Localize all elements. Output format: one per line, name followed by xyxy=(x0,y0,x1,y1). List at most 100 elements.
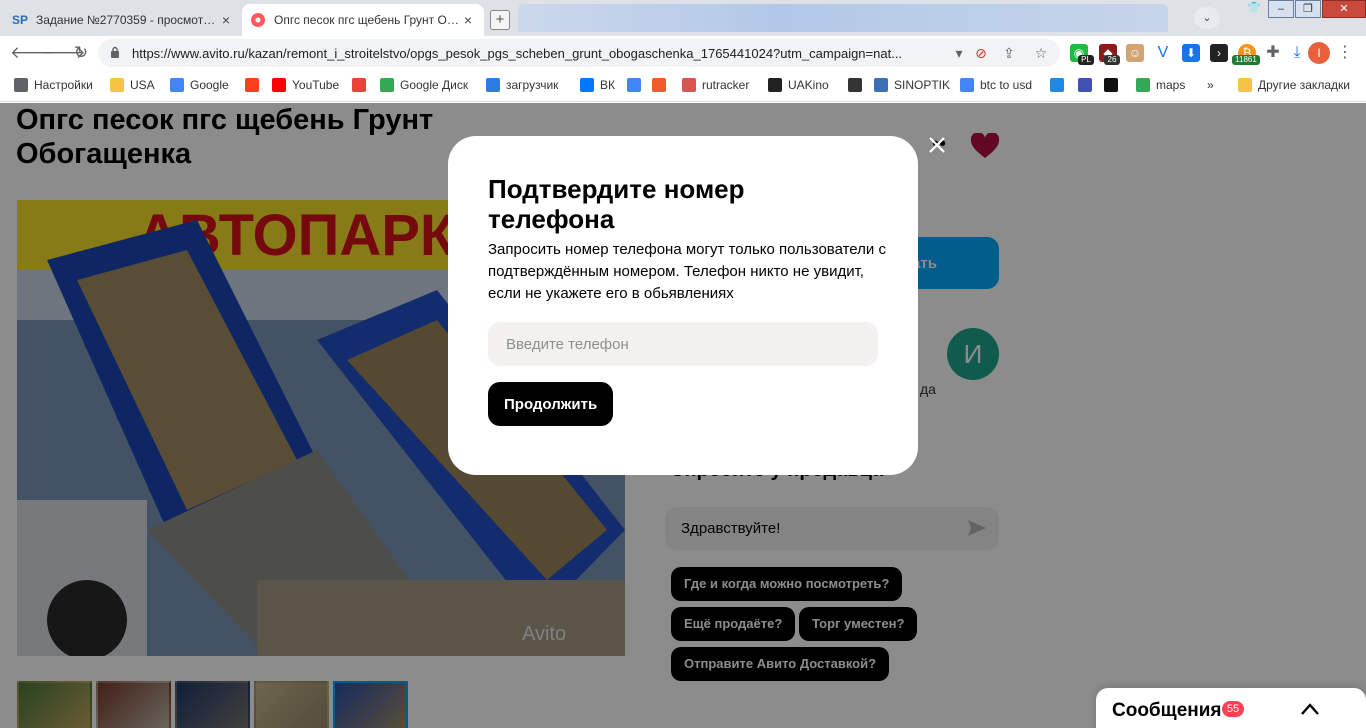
continue-button[interactable]: Продолжить xyxy=(488,382,614,426)
bookmark-item[interactable] xyxy=(627,78,647,92)
bookmark-item[interactable]: Google Диск xyxy=(380,78,468,92)
bookmark-item[interactable]: Google xyxy=(170,78,229,92)
bookmark-item[interactable]: rutracker xyxy=(682,78,749,92)
tab-strip: SP Задание №2770359 - просмотр за × Опгс… xyxy=(0,0,1366,36)
close-icon[interactable] xyxy=(926,134,948,156)
extension-v-icon[interactable]: V xyxy=(1154,44,1172,62)
tab-search-icon[interactable]: ⌄ xyxy=(1194,7,1220,29)
bookmark-label: SINOPTIK xyxy=(894,78,951,92)
gear-icon xyxy=(14,78,28,92)
tab-title: Опгс песок пгс щебень Грунт Обо xyxy=(274,13,460,27)
folder-icon xyxy=(110,78,124,92)
window-controls: 👕 – ❐ ✕ xyxy=(1240,0,1366,22)
tab-avito-listing[interactable]: Опгс песок пгс щебень Грунт Обо × xyxy=(242,4,484,36)
translate-icon xyxy=(627,78,641,92)
messages-widget[interactable]: Сообщения 55 xyxy=(1096,688,1366,728)
extension-download-box-icon[interactable]: ⬇ xyxy=(1182,44,1200,62)
lock-icon xyxy=(111,46,119,58)
bookmark-item[interactable] xyxy=(1078,78,1098,92)
avito-favicon-icon xyxy=(250,12,266,28)
dialog-description: Запросить номер телефона могут только по… xyxy=(488,241,886,302)
yandex-icon xyxy=(245,78,259,92)
bookmarks-bar: Настройки USA Google YouTube Google Диск загр… xyxy=(0,70,1366,102)
tab-task[interactable]: SP Задание №2770359 - просмотр за × xyxy=(4,4,242,36)
extension-face-icon[interactable]: ☺ xyxy=(1126,44,1144,62)
bookmark-item[interactable]: YouTube xyxy=(272,78,339,92)
bookmark-label: Google xyxy=(190,78,229,92)
bookmark-label: UAKino xyxy=(788,78,829,92)
bookmark-item[interactable] xyxy=(1104,78,1124,92)
bookmark-item[interactable]: USA xyxy=(110,78,155,92)
bookmark-item[interactable]: btc to usd xyxy=(960,78,1032,92)
extension-badge-26: 26 xyxy=(1104,55,1120,65)
dropdown-icon[interactable]: ▾ xyxy=(950,44,968,62)
url-text[interactable]: https://www.avito.ru/kazan/remont_i_stro… xyxy=(132,46,952,61)
bookmark-label: Настройки xyxy=(34,78,93,92)
avito-listing-page: Опгс песок пгс щебень Грунт Обогащенка А… xyxy=(0,103,1366,728)
bookmark-label: Google Диск xyxy=(400,78,469,92)
forward-arrow-icon[interactable]: 🡒 xyxy=(40,42,86,64)
bookmark-item[interactable]: SINOPTIK xyxy=(874,78,950,92)
extension-terminal-icon[interactable]: › xyxy=(1210,44,1228,62)
bookmark-item[interactable]: Настройки xyxy=(14,78,93,92)
folder-icon xyxy=(1238,78,1252,92)
bookmark-item[interactable]: загрузчик xyxy=(486,78,558,92)
bookmark-label: ВК xyxy=(600,78,615,92)
shirt-icon[interactable]: 👕 xyxy=(1241,0,1267,18)
downloads-icon[interactable]: ⤓ xyxy=(1288,44,1306,62)
reload-icon[interactable]: ↻ xyxy=(70,42,92,64)
tab-close-icon[interactable]: × xyxy=(218,12,234,28)
browser-toolbar: 🡐 🡒 ↻ https://www.avito.ru/kazan/remont_… xyxy=(0,36,1366,70)
bookmark-item[interactable] xyxy=(652,78,672,92)
drive-icon xyxy=(380,78,394,92)
new-tab-button[interactable]: + xyxy=(490,10,510,30)
bookmark-label: maps xyxy=(1156,78,1186,92)
tab-close-icon[interactable]: × xyxy=(460,12,476,28)
minimize-button[interactable]: – xyxy=(1268,0,1294,18)
other-bookmarks[interactable]: Другие закладки xyxy=(1238,78,1350,92)
block-icon[interactable]: ⊘ xyxy=(972,44,990,62)
maximize-button[interactable]: ❐ xyxy=(1295,0,1321,18)
p-icon xyxy=(1050,78,1064,92)
gmail-icon xyxy=(352,78,366,92)
bookmark-item[interactable]: ВК xyxy=(580,78,615,92)
phone-confirm-dialog: Подтвердите номер телефона Запросить ном… xyxy=(448,136,918,475)
background-tabs xyxy=(518,4,1168,32)
share-icon[interactable]: ⇪ xyxy=(1000,44,1018,62)
tab-title: Задание №2770359 - просмотр за xyxy=(36,13,218,27)
bookmark-label: загрузчик xyxy=(506,78,559,92)
loader-icon xyxy=(486,78,500,92)
other-bookmarks-label: Другие закладки xyxy=(1258,78,1350,92)
window-close-button[interactable]: ✕ xyxy=(1322,0,1366,18)
bookmark-label: rutracker xyxy=(702,78,750,92)
menu-kebab-icon[interactable]: ⋮ xyxy=(1336,44,1354,62)
bookmarks-overflow-button[interactable]: » xyxy=(1207,78,1214,92)
bc-icon xyxy=(1104,78,1118,92)
arrow-icon xyxy=(1078,78,1092,92)
phone-input[interactable] xyxy=(488,322,878,366)
bookmark-label: btc to usd xyxy=(980,78,1033,92)
bookmark-item[interactable]: maps xyxy=(1136,78,1185,92)
bookmark-star-icon[interactable]: ☆ xyxy=(1032,44,1050,62)
thermometer-icon xyxy=(874,78,888,92)
bookmark-item[interactable]: UAKino xyxy=(768,78,829,92)
puzzle-icon[interactable]: ✚ xyxy=(1264,44,1282,62)
f-icon xyxy=(652,78,666,92)
bookmark-label: USA xyxy=(130,78,155,92)
sp-favicon-icon: SP xyxy=(12,13,29,27)
bookmark-item[interactable] xyxy=(352,78,372,92)
profile-avatar[interactable]: I xyxy=(1308,42,1330,64)
chevron-up-icon[interactable] xyxy=(1300,702,1320,716)
address-bar[interactable]: https://www.avito.ru/kazan/remont_i_stro… xyxy=(98,39,1060,67)
bookmark-item[interactable] xyxy=(245,78,265,92)
film-icon xyxy=(768,78,782,92)
extension-badge-11861: 11861 xyxy=(1232,55,1260,65)
bookmark-item[interactable] xyxy=(1050,78,1070,92)
vk-icon xyxy=(580,78,594,92)
rutracker-icon xyxy=(682,78,696,92)
maps-icon xyxy=(1136,78,1150,92)
bookmark-item[interactable] xyxy=(848,78,868,92)
messages-label: Сообщения xyxy=(1112,700,1222,721)
back-arrow-icon[interactable]: 🡐 xyxy=(10,42,56,64)
google-icon xyxy=(960,78,974,92)
